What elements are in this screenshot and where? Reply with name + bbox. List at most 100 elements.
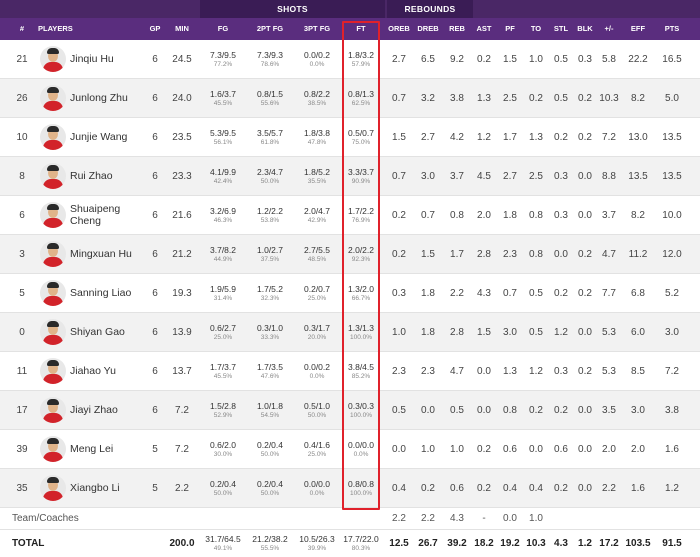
column-header-name[interactable]: PLAYERS: [38, 18, 142, 40]
cell-oreb: 0.7: [392, 92, 406, 104]
player-avatar[interactable]: [40, 397, 66, 423]
player-avatar[interactable]: [40, 202, 66, 228]
player-avatar[interactable]: [40, 358, 66, 384]
column-header-fg2[interactable]: 2PT FG: [246, 18, 294, 40]
cell-fg2-percent: 55.6%: [260, 99, 280, 107]
cell-stl: 0.2: [554, 287, 568, 299]
cell-min: 21.2: [172, 248, 192, 260]
cell-pm: 7.2: [602, 131, 616, 143]
cell-ft-percent: 75.0%: [351, 138, 371, 146]
player-row[interactable]: 11 Jiahao Yu 6 13.7 1.7/3.7 45.5% 1.7/3.5 47.6%…: [0, 352, 700, 391]
cell-ast: 1.5: [477, 326, 491, 338]
player-avatar[interactable]: [40, 319, 66, 345]
team-cell-ast: -: [482, 513, 486, 524]
player-row[interactable]: 10 Junjie Wang 6 23.5 5.3/9.5 56.1% 3.5/5.7 61.…: [0, 118, 700, 157]
cell-eff: 13.5: [628, 170, 648, 182]
cell-fg: 7.3/9.5 77.2%: [200, 40, 246, 78]
total-cell-fg3: 10.5/26.3 39.9%: [294, 530, 340, 557]
cell-fg3-made-attempted: 0.0/0.2: [304, 49, 330, 60]
player-name-link[interactable]: Sanning Liao: [70, 274, 150, 312]
player-name-link[interactable]: Jinqiu Hu: [70, 40, 150, 78]
cell-pm: 4.7: [602, 248, 616, 260]
cell-ft-percent: 66.7%: [351, 294, 371, 302]
column-header-num[interactable]: #: [8, 18, 36, 40]
player-row[interactable]: 6 Shuaipeng Cheng 6 21.6 3.2/6.9 46.3% 1.2/2.2…: [0, 196, 700, 235]
cell-stl: 0.3: [554, 209, 568, 221]
column-header-stl[interactable]: STL: [549, 18, 573, 40]
column-header-oreb[interactable]: OREB: [385, 18, 413, 40]
cell-fg3-made-attempted: 1.8/3.8: [304, 127, 330, 138]
cell-fg3-made-attempted: 0.3/1.7: [304, 322, 330, 333]
player-row[interactable]: 5 Sanning Liao 6 19.3 1.9/5.9 31.4% 1.7/5.2 32.…: [0, 274, 700, 313]
player-row[interactable]: 8 Rui Zhao 6 23.3 4.1/9.9 42.4% 2.3/4.7 50.0% 1.…: [0, 157, 700, 196]
cell-min: 24.0: [172, 92, 192, 104]
player-row[interactable]: 0 Shiyan Gao 6 13.9 0.6/2.7 25.0% 0.3/1.0 33.3%…: [0, 313, 700, 352]
cell-pm: 10.3: [599, 92, 619, 104]
cell-pm: 5.3: [602, 365, 616, 377]
cell-fg3: 0.3/1.7 20.0%: [294, 313, 340, 351]
player-avatar[interactable]: [40, 280, 66, 306]
column-header-ast[interactable]: AST: [471, 18, 497, 40]
cell-blk: 0.0: [578, 404, 592, 416]
cell-stl: 0.0: [554, 248, 568, 260]
cell-pts: 1.2: [665, 482, 679, 494]
player-row[interactable]: 3 Mingxuan Hu 6 21.2 3.7/8.2 44.9% 1.0/2.7 37.5…: [0, 235, 700, 274]
player-name-link[interactable]: Jiahao Yu: [70, 352, 150, 390]
column-header-min[interactable]: MIN: [166, 18, 198, 40]
player-name-link[interactable]: Rui Zhao: [70, 157, 150, 195]
player-name-link[interactable]: Shiyan Gao: [70, 313, 150, 351]
player-name-link[interactable]: Junlong Zhu: [70, 79, 150, 117]
column-header-eff[interactable]: EFF: [621, 18, 655, 40]
player-row[interactable]: 21 Jinqiu Hu 6 24.5 7.3/9.5 77.2% 7.3/9.3 78.6%…: [0, 40, 700, 79]
player-name-link[interactable]: Junjie Wang: [70, 118, 150, 156]
cell-ft: 0.5/0.7 75.0%: [340, 118, 382, 156]
cell-pf: 1.8: [503, 209, 517, 221]
player-row[interactable]: 35 Xiangbo Li 5 2.2 0.2/0.4 50.0% 0.2/0.4 50.0%…: [0, 469, 700, 508]
cell-fg-made-attempted: 5.3/9.5: [210, 127, 236, 138]
column-header-pf[interactable]: PF: [497, 18, 523, 40]
column-header-ft[interactable]: FT: [340, 18, 382, 40]
cell-fg-made-attempted: 0.6/2.7: [210, 322, 236, 333]
column-header-pm[interactable]: +/-: [597, 18, 621, 40]
cell-blk: 0.0: [578, 482, 592, 494]
player-name-link[interactable]: Jiayi Zhao: [70, 391, 150, 429]
cell-num: 26: [16, 92, 28, 104]
cell-pts: 5.0: [665, 92, 679, 104]
cell-ft: 2.0/2.2 92.3%: [340, 235, 382, 273]
player-avatar[interactable]: [40, 475, 66, 501]
player-row[interactable]: 26 Junlong Zhu 6 24.0 1.6/3.7 45.5% 0.8/1.5 55.…: [0, 79, 700, 118]
player-name-link[interactable]: Meng Lei: [70, 430, 150, 468]
cell-fg-made-attempted: 4.1/9.9: [210, 166, 236, 177]
player-avatar[interactable]: [40, 85, 66, 111]
total-cell-reb: 39.2: [447, 538, 467, 549]
player-avatar[interactable]: [40, 124, 66, 150]
player-avatar[interactable]: [40, 46, 66, 72]
cell-stl: 0.3: [554, 365, 568, 377]
cell-fg2: 2.3/4.7 50.0%: [246, 157, 294, 195]
cell-stl: 0.5: [554, 53, 568, 65]
player-row[interactable]: 17 Jiayi Zhao 6 7.2 1.5/2.8 52.9% 1.0/1.8 54.5%…: [0, 391, 700, 430]
column-header-pts[interactable]: PTS: [655, 18, 689, 40]
cell-fg-percent: 31.4%: [213, 294, 233, 302]
cell-to: 0.8: [529, 209, 543, 221]
player-name-link[interactable]: Shuaipeng Cheng: [70, 196, 150, 234]
cell-to: 0.5: [529, 287, 543, 299]
cell-oreb: 2.7: [392, 53, 406, 65]
column-header-blk[interactable]: BLK: [573, 18, 597, 40]
cell-fg3-made-attempted: 0.5/1.0: [304, 400, 330, 411]
column-header-to[interactable]: TO: [523, 18, 549, 40]
cell-dreb: 2.7: [421, 131, 435, 143]
cell-fg2-percent: 37.5%: [260, 255, 280, 263]
column-header-fg[interactable]: FG: [200, 18, 246, 40]
column-header-dreb[interactable]: DREB: [413, 18, 443, 40]
column-header-reb[interactable]: REB: [443, 18, 471, 40]
player-name-link[interactable]: Xiangbo Li: [70, 469, 150, 507]
player-avatar[interactable]: [40, 163, 66, 189]
total-ft-percent: 80.3%: [351, 545, 371, 552]
player-avatar[interactable]: [40, 436, 66, 462]
player-avatar[interactable]: [40, 241, 66, 267]
player-name-link[interactable]: Mingxuan Hu: [70, 235, 150, 273]
column-header-fg3[interactable]: 3PT FG: [294, 18, 340, 40]
player-row[interactable]: 39 Meng Lei 5 7.2 0.6/2.0 30.0% 0.2/0.4 50.0% 0.…: [0, 430, 700, 469]
cell-fg2-made-attempted: 3.5/5.7: [257, 127, 283, 138]
